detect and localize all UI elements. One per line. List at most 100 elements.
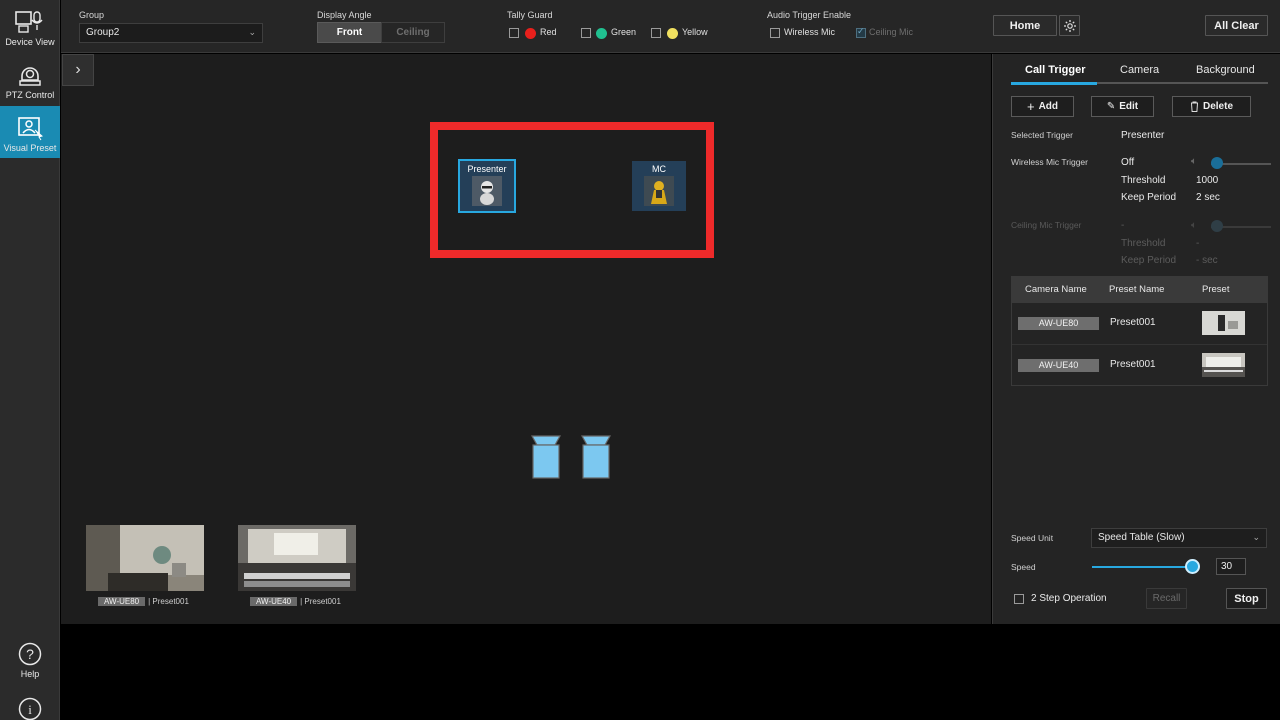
angle-ceiling-button[interactable]: Ceiling <box>381 22 445 43</box>
threshold-value: 1000 <box>1196 175 1219 186</box>
preset-thumbnail <box>1202 353 1245 377</box>
speed-slider-track[interactable] <box>1092 566 1193 568</box>
help-label: Help <box>20 669 40 679</box>
tally-yellow-checkbox[interactable] <box>651 28 661 38</box>
tally-green-checkbox[interactable] <box>581 28 591 38</box>
nav-device-view[interactable]: Device View <box>0 0 60 52</box>
camera-ue40-icon[interactable] <box>580 434 612 480</box>
preset-camera-tag: AW-UE80 <box>98 597 146 606</box>
audio-trigger-label: Audio Trigger Enable <box>767 10 852 20</box>
wireless-mic-checkbox[interactable] <box>770 28 780 38</box>
nav-device-view-label: Device View <box>5 37 55 47</box>
table-row[interactable]: AW-UE80 Preset001 <box>1012 303 1267 345</box>
svg-text:i: i <box>28 702 32 717</box>
nav-ptz-control-label: PTZ Control <box>5 90 55 100</box>
stop-button[interactable]: Stop <box>1226 588 1267 609</box>
add-trigger-button[interactable]: + Add <box>1011 96 1074 117</box>
col-preset-name: Preset Name <box>1109 284 1165 295</box>
bottom-area <box>61 624 1280 720</box>
tab-call-trigger[interactable]: Call Trigger <box>1025 64 1086 76</box>
speaker-icon: 🔈︎ <box>1191 156 1197 167</box>
wireless-mic-state: Off <box>1121 157 1135 168</box>
tally-guard-label: Tally Guard <box>507 10 553 20</box>
speed-unit-label: Speed Unit <box>1011 533 1054 543</box>
preset-caption-ue40: AW-UE40 | Preset001 <box>250 597 341 606</box>
svg-text:?: ? <box>26 646 34 662</box>
group-select-value: Group2 <box>86 27 120 38</box>
add-label: Add <box>1038 101 1059 112</box>
tally-green-label: Green <box>611 27 637 37</box>
wireless-mic-label: Wireless Mic <box>784 27 835 37</box>
ptz-camera-icon <box>19 67 41 86</box>
top-toolbar: Group Group2 ⌄ Display Angle Front Ceili… <box>61 0 1280 53</box>
help-icon: ? <box>18 642 42 666</box>
ceiling-keep-label: Keep Period <box>1121 255 1177 266</box>
trigger-presenter[interactable]: Presenter <box>458 159 516 213</box>
green-dot-icon <box>596 28 607 39</box>
wireless-level-knob[interactable] <box>1211 157 1223 169</box>
speed-label: Speed <box>1011 562 1036 572</box>
selected-trigger-label: Selected Trigger <box>1011 130 1073 140</box>
edit-trigger-button[interactable]: ✎ Edit <box>1091 96 1154 117</box>
device-view-icon <box>15 11 43 33</box>
visual-preset-canvas[interactable]: › Presenter MC AW-UE80 | Preset001 AW-UE… <box>61 54 991 624</box>
two-step-label: 2 Step Operation <box>1031 593 1107 604</box>
nav-ptz-control[interactable]: PTZ Control <box>0 53 60 105</box>
ceiling-mic-checkbox[interactable] <box>856 26 866 38</box>
table-header: Camera Name Preset Name Preset <box>1012 277 1267 303</box>
preset-name-cell: Preset001 <box>1110 359 1156 370</box>
group-label: Group <box>79 10 105 20</box>
two-step-checkbox[interactable] <box>1014 594 1024 604</box>
trigger-mc[interactable]: MC <box>632 161 686 211</box>
display-angle-label: Display Angle <box>317 10 372 20</box>
preset-thumbnail <box>1202 311 1245 335</box>
speed-unit-value: Speed Table (Slow) <box>1098 532 1185 543</box>
ceiling-mic-label: Ceiling Mic <box>869 27 914 37</box>
keep-period-label: Keep Period <box>1121 192 1177 203</box>
expand-panel-button[interactable]: › <box>62 54 94 86</box>
ceiling-mic-trigger-label: Ceiling Mic Trigger <box>1011 220 1082 230</box>
camera-name-tag: AW-UE40 <box>1018 359 1099 372</box>
col-preset: Preset <box>1202 284 1230 295</box>
trash-icon <box>1190 101 1198 112</box>
info-button[interactable]: i <box>0 697 60 720</box>
speed-unit-select[interactable]: Speed Table (Slow) ⌄ <box>1091 528 1267 548</box>
camera-name-tag: AW-UE80 <box>1018 317 1099 330</box>
red-dot-icon <box>525 28 536 39</box>
nav-visual-preset-label: Visual Preset <box>3 143 57 153</box>
threshold-label: Threshold <box>1121 175 1166 186</box>
ceiling-threshold-value: - <box>1196 238 1200 249</box>
table-row[interactable]: AW-UE40 Preset001 <box>1012 345 1267 387</box>
col-camera-name: Camera Name <box>1025 284 1087 295</box>
ceiling-level-knob <box>1211 220 1223 232</box>
preset-name-cell: Preset001 <box>1110 317 1156 328</box>
selected-trigger-value: Presenter <box>1121 130 1165 141</box>
angle-front-button[interactable]: Front <box>317 22 382 43</box>
tally-red-label: Red <box>540 27 557 37</box>
info-icon: i <box>18 697 42 720</box>
camera-ue80-icon[interactable] <box>530 434 562 480</box>
home-button[interactable]: Home <box>993 15 1057 36</box>
tab-background[interactable]: Background <box>1196 64 1255 76</box>
speed-value-input[interactable]: 30 <box>1216 558 1246 575</box>
plus-icon: + <box>1026 99 1035 114</box>
all-clear-button[interactable]: All Clear <box>1205 15 1268 36</box>
preset-thumbnail-ue40[interactable] <box>238 525 356 591</box>
delete-trigger-button[interactable]: Delete <box>1172 96 1251 117</box>
nav-visual-preset[interactable]: Visual Preset <box>0 106 60 158</box>
recall-button[interactable]: Recall <box>1146 588 1187 609</box>
trigger-mc-label: MC <box>652 164 666 174</box>
ceiling-keep-value: - sec <box>1196 255 1218 266</box>
wireless-mic-trigger-label: Wireless Mic Trigger <box>1011 157 1088 167</box>
preset-thumbnail-ue80[interactable] <box>86 525 204 591</box>
tally-red-checkbox[interactable] <box>509 28 519 38</box>
pencil-icon: ✎ <box>1106 101 1116 112</box>
left-navigation: Device View PTZ Control Visual Preset ? … <box>0 0 60 720</box>
tab-camera[interactable]: Camera <box>1120 64 1159 76</box>
camera-preset-table: Camera Name Preset Name Preset AW-UE80 P… <box>1011 276 1268 386</box>
settings-button[interactable] <box>1059 15 1080 36</box>
group-select[interactable]: Group2 ⌄ <box>79 23 263 43</box>
speed-slider-knob[interactable] <box>1184 559 1200 574</box>
edit-label: Edit <box>1119 101 1139 112</box>
help-button[interactable]: ? Help <box>0 642 60 679</box>
